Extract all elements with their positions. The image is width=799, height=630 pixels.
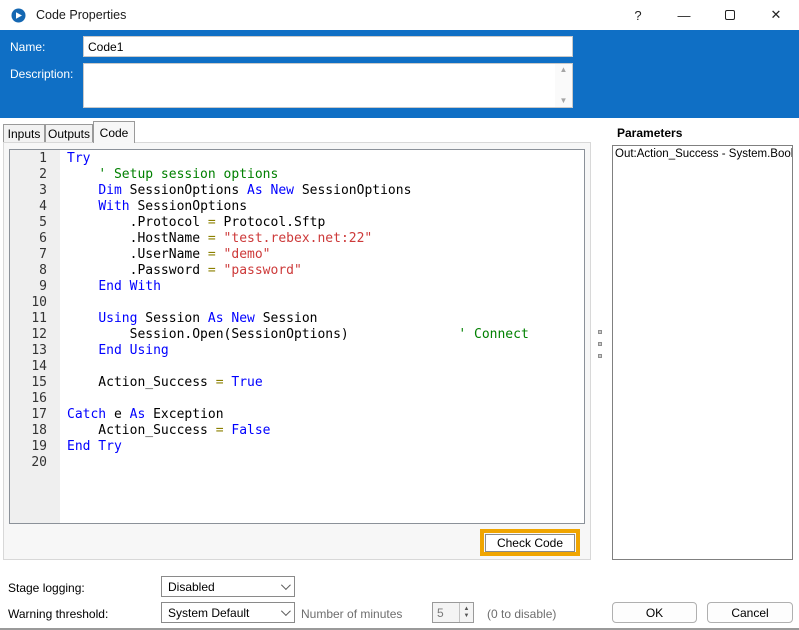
help-button[interactable]: ? — [615, 0, 661, 30]
cancel-button[interactable]: Cancel — [707, 602, 793, 623]
name-input[interactable] — [83, 36, 573, 57]
warning-threshold-label: Warning threshold: — [8, 607, 108, 621]
code-line: Action_Success = True — [67, 375, 529, 391]
line-number: 6 — [10, 231, 47, 247]
code-line: Try — [67, 151, 529, 167]
line-number: 4 — [10, 199, 47, 215]
close-button[interactable]: ✕ — [753, 0, 799, 30]
ok-button[interactable]: OK — [612, 602, 697, 623]
chevron-down-icon — [281, 606, 291, 616]
minutes-spinner[interactable]: 5 ▲ ▼ — [432, 602, 474, 623]
code-line: ' Setup session options — [67, 167, 529, 183]
code-line: .Protocol = Protocol.Sftp — [67, 215, 529, 231]
line-number: 7 — [10, 247, 47, 263]
line-number: 12 — [10, 327, 47, 343]
line-number: 13 — [10, 343, 47, 359]
code-line: End Try — [67, 439, 529, 455]
code-line: .HostName = "test.rebex.net:22" — [67, 231, 529, 247]
tab-outputs[interactable]: Outputs — [45, 124, 93, 143]
code-line: Action_Success = False — [67, 423, 529, 439]
code-properties-dialog: Code Properties ? — ✕ Name: Description:… — [0, 0, 799, 630]
maximize-icon — [725, 10, 735, 20]
code-gutter: 1234567891011121314151617181920 — [10, 150, 60, 523]
code-line — [67, 391, 529, 407]
code-editor[interactable]: 1234567891011121314151617181920 Try ' Se… — [9, 149, 585, 524]
warning-threshold-value: System Default — [168, 606, 249, 620]
line-number: 5 — [10, 215, 47, 231]
description-box: ▲ ▼ — [83, 63, 573, 108]
line-number: 17 — [10, 407, 47, 423]
parameter-item[interactable]: Out:Action_Success - System.Boolean — [613, 146, 792, 160]
window-title: Code Properties — [36, 8, 126, 22]
parameters-title: Parameters — [617, 126, 682, 140]
title-bar: Code Properties ? — ✕ — [0, 0, 799, 30]
code-line: With SessionOptions — [67, 199, 529, 215]
code-line — [67, 295, 529, 311]
line-number: 11 — [10, 311, 47, 327]
line-number: 1 — [10, 151, 47, 167]
spinner-up-icon[interactable]: ▲ — [464, 606, 470, 613]
spinner-down-icon[interactable]: ▼ — [464, 613, 470, 620]
line-number: 16 — [10, 391, 47, 407]
code-line: Session.Open(SessionOptions) ' Connect — [67, 327, 529, 343]
code-line: End Using — [67, 343, 529, 359]
description-scrollbar[interactable]: ▲ ▼ — [555, 64, 572, 107]
line-number: 19 — [10, 439, 47, 455]
check-code-highlight: Check Code — [480, 529, 580, 556]
line-number: 18 — [10, 423, 47, 439]
chevron-down-icon — [281, 580, 291, 590]
number-of-minutes-label: Number of minutes — [301, 607, 402, 621]
line-number: 8 — [10, 263, 47, 279]
line-number: 14 — [10, 359, 47, 375]
code-line: .Password = "password" — [67, 263, 529, 279]
minimize-button[interactable]: — — [661, 0, 707, 30]
scroll-up-icon: ▲ — [560, 66, 568, 74]
code-line: Using Session As New Session — [67, 311, 529, 327]
maximize-button[interactable] — [707, 0, 753, 30]
splitter-grip[interactable] — [598, 330, 602, 334]
stage-logging-dropdown[interactable]: Disabled — [161, 576, 295, 597]
line-number: 2 — [10, 167, 47, 183]
description-label: Description: — [10, 67, 73, 81]
splitter-grip[interactable] — [598, 354, 602, 358]
code-stage-icon — [11, 8, 26, 23]
warning-threshold-dropdown[interactable]: System Default — [161, 602, 295, 623]
code-lines: Try ' Setup session options Dim SessionO… — [60, 150, 529, 523]
tab-inputs[interactable]: Inputs — [3, 124, 45, 143]
scroll-down-icon: ▼ — [560, 97, 568, 105]
line-number: 9 — [10, 279, 47, 295]
line-number: 20 — [10, 455, 47, 471]
code-line: .UserName = "demo" — [67, 247, 529, 263]
code-line: Catch e As Exception — [67, 407, 529, 423]
line-number: 15 — [10, 375, 47, 391]
header-panel: Name: Description: ▲ ▼ — [0, 30, 799, 118]
parameters-list[interactable]: Out:Action_Success - System.Boolean — [612, 145, 793, 560]
code-line: Dim SessionOptions As New SessionOptions — [67, 183, 529, 199]
disable-hint: (0 to disable) — [487, 607, 556, 621]
tab-code[interactable]: Code — [93, 121, 135, 143]
check-code-button[interactable]: Check Code — [485, 534, 575, 552]
code-tab-page: 1234567891011121314151617181920 Try ' Se… — [3, 142, 591, 560]
splitter-grip[interactable] — [598, 342, 602, 346]
code-line: End With — [67, 279, 529, 295]
stage-logging-label: Stage logging: — [8, 581, 85, 595]
minutes-value: 5 — [433, 603, 459, 622]
code-line — [67, 455, 529, 471]
line-number: 3 — [10, 183, 47, 199]
description-input[interactable] — [84, 64, 555, 107]
line-number: 10 — [10, 295, 47, 311]
stage-logging-value: Disabled — [168, 580, 215, 594]
code-line — [67, 359, 529, 375]
name-label: Name: — [10, 40, 45, 54]
